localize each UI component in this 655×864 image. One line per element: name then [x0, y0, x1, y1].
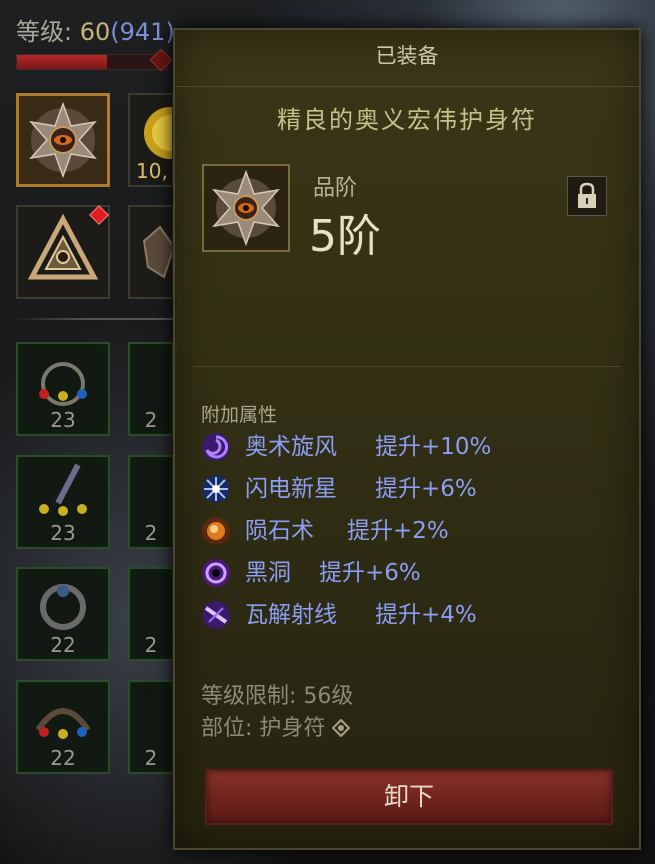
offhand-slot[interactable]	[128, 205, 174, 299]
level-label: 等级:	[16, 18, 80, 46]
item-name: 精良的奥义宏伟护身符	[277, 106, 537, 134]
amulet-slot-icon	[331, 718, 351, 738]
gold-count: 10,	[136, 159, 168, 183]
skill-ship-wheel-icon	[39, 362, 87, 406]
experience-bar	[16, 54, 168, 70]
skill-slot[interactable]: 23	[16, 342, 110, 436]
skill-bracer-icon	[35, 708, 91, 739]
skill-slot[interactable]: 2	[128, 680, 174, 774]
lock-icon	[578, 182, 596, 208]
experience-bar-fill	[17, 55, 107, 69]
lightning-nova-icon	[202, 475, 230, 503]
item-tooltip: 已装备 精良的奥义宏伟护身符 品阶 5阶 附加属性 奥术旋风 提升+10% 闪电…	[173, 28, 641, 850]
spiked-item-icon	[142, 225, 172, 279]
arcane-vortex-icon	[202, 433, 230, 461]
attributes-title: 附加属性	[201, 404, 278, 426]
affix-bonus: 提升+6%	[375, 476, 477, 502]
skill-rank: 2	[144, 521, 158, 545]
amulet-slot[interactable]	[16, 93, 110, 187]
skill-slot[interactable]: 23	[16, 455, 110, 549]
meteor-icon	[202, 517, 230, 545]
unequip-button[interactable]: 卸下	[205, 769, 613, 825]
paragon-level: (941)	[110, 18, 175, 46]
affix-bonus: 提升+4%	[375, 602, 477, 628]
skill-rank: 2	[144, 633, 158, 657]
level-number: 60	[79, 18, 111, 46]
skill-rank: 2	[144, 746, 158, 770]
black-hole-icon	[202, 559, 230, 587]
skill-slot[interactable]: 2	[128, 455, 174, 549]
disintegrate-icon	[202, 601, 230, 629]
skill-staff-icon	[39, 463, 87, 516]
affix-bonus: 提升+6%	[319, 560, 421, 586]
skill-rank: 22	[50, 633, 76, 657]
affix-name: 黑洞	[245, 560, 291, 586]
section-divider	[193, 366, 621, 367]
skill-slot[interactable]: 22	[16, 567, 110, 661]
affix-name: 陨石术	[245, 518, 314, 544]
skill-ring-icon	[40, 584, 86, 630]
tooltip-header: 已装备	[175, 30, 639, 87]
affix-name: 瓦解射线	[245, 602, 337, 628]
skill-rank: 23	[50, 521, 76, 545]
amulet-icon	[29, 101, 97, 179]
skill-slot[interactable]: 22	[16, 680, 110, 774]
skill-rank: 2	[144, 408, 158, 432]
equipment-slot-type: 部位: 护身符	[201, 710, 351, 742]
level-requirement: 等级限制: 56级	[201, 684, 354, 709]
character-level: 等级: 60(941)	[16, 12, 175, 47]
gold-slot[interactable]: 10,	[128, 93, 174, 187]
skill-slot[interactable]: 2	[128, 342, 174, 436]
amulet-icon	[212, 169, 280, 247]
grade-value: 5阶	[309, 211, 381, 262]
item-icon-frame	[202, 164, 290, 252]
affix-name: 奥术旋风	[245, 434, 337, 460]
slot-type-text: 部位: 护身符	[201, 716, 326, 741]
affix-bonus: 提升+10%	[375, 434, 492, 460]
grade-label: 品阶	[313, 176, 358, 201]
skill-rank: 22	[50, 746, 76, 770]
affix-name: 闪电新星	[245, 476, 337, 502]
skill-rank: 23	[50, 408, 76, 432]
lock-button[interactable]	[567, 176, 607, 216]
skill-slot[interactable]: 2	[128, 567, 174, 661]
affix-bonus: 提升+2%	[347, 518, 449, 544]
